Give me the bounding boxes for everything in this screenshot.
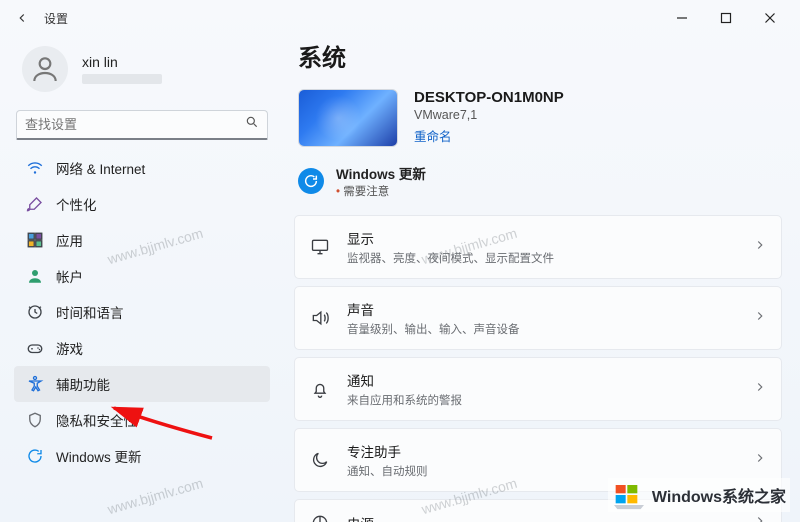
sidebar-item-accessibility[interactable]: 辅助功能	[14, 366, 270, 402]
card-sound[interactable]: 声音音量级别、输出、输入、声音设备	[294, 286, 782, 350]
wifi-icon	[26, 159, 44, 177]
card-title: 电源	[347, 513, 737, 522]
monitor-icon	[309, 236, 331, 258]
search-input[interactable]	[25, 117, 245, 132]
card-sub: 音量级别、输出、输入、声音设备	[347, 321, 737, 337]
card-sub: 通知、自动规则	[347, 463, 737, 479]
minimize-button[interactable]	[660, 4, 704, 32]
sidebar-item-label: 游戏	[56, 338, 83, 358]
power-icon	[309, 512, 331, 522]
sidebar-item-label: 应用	[56, 230, 83, 250]
card-sub: 监视器、亮度、夜间模式、显示配置文件	[347, 250, 737, 266]
sidebar-item-time[interactable]: 时间和语言	[14, 294, 270, 330]
chevron-right-icon	[753, 309, 767, 328]
nav-list: 网络 & Internet 个性化应用帐户时间和语言游戏辅助功能隐私和安全性 Win…	[14, 150, 270, 514]
page-title: 系统	[298, 38, 782, 73]
sidebar-item-label: 时间和语言	[56, 302, 124, 322]
sidebar-item-personalize[interactable]: 个性化	[14, 186, 270, 222]
chevron-right-icon	[753, 451, 767, 470]
brush-icon	[26, 195, 44, 213]
sidebar-item-label: 个性化	[56, 194, 97, 214]
apps-icon	[26, 231, 44, 249]
bell-icon	[309, 378, 331, 400]
maximize-button[interactable]	[704, 4, 748, 32]
user-block[interactable]: xin lin	[14, 36, 270, 106]
game-icon	[26, 339, 44, 357]
card-notif[interactable]: 通知来自应用和系统的警报	[294, 357, 782, 421]
device-name: DESKTOP-ON1M0NP	[414, 89, 564, 106]
chevron-right-icon	[753, 380, 767, 399]
card-title: 显示	[347, 228, 737, 248]
speaker-icon	[309, 307, 331, 329]
card-sub: 来自应用和系统的警报	[347, 392, 737, 408]
shield-icon	[26, 411, 44, 429]
windows-update-row[interactable]: Windows 更新 需要注意	[294, 159, 782, 215]
moon-icon	[309, 449, 331, 471]
rename-link[interactable]: 重命名	[414, 126, 564, 145]
card-display[interactable]: 显示监视器、亮度、夜间模式、显示配置文件	[294, 215, 782, 279]
sidebar-item-label: 帐户	[56, 266, 83, 286]
card-title: 声音	[347, 299, 737, 319]
user-subline	[82, 74, 162, 84]
person-icon	[26, 267, 44, 285]
sidebar-item-label: 隐私和安全性	[56, 410, 137, 430]
search-box[interactable]	[16, 110, 268, 140]
avatar	[22, 46, 68, 92]
window-title: 设置	[44, 10, 68, 27]
back-button[interactable]	[8, 4, 36, 32]
card-title: 专注助手	[347, 441, 737, 461]
search-icon	[245, 115, 259, 134]
sync-icon	[26, 447, 44, 465]
sidebar-item-label: 辅助功能	[56, 374, 110, 394]
device-block: DESKTOP-ON1M0NP VMware7,1 重命名	[294, 89, 782, 147]
access-icon	[26, 375, 44, 393]
main-content: 系统 DESKTOP-ON1M0NP VMware7,1 重命名 Windows…	[284, 36, 800, 522]
sync-icon	[298, 168, 324, 194]
sidebar-item-accounts[interactable]: 帐户	[14, 258, 270, 294]
close-button[interactable]	[748, 4, 792, 32]
titlebar: 设置	[0, 0, 800, 36]
sidebar-item-privacy[interactable]: 隐私和安全性	[14, 402, 270, 438]
sidebar-item-label: 网络 & Internet	[56, 158, 145, 178]
update-sub: 需要注意	[336, 183, 426, 199]
brand-badge: Windows系统之家	[608, 478, 790, 512]
chevron-right-icon	[753, 514, 767, 522]
chevron-right-icon	[753, 238, 767, 257]
sidebar-item-label: Windows 更新	[56, 446, 142, 466]
windows-logo-icon	[612, 480, 646, 510]
brand-text: Windows系统之家	[652, 483, 786, 507]
update-title: Windows 更新	[336, 163, 426, 183]
clock-icon	[26, 303, 44, 321]
device-model: VMware7,1	[414, 108, 564, 122]
sidebar-item-update[interactable]: Windows 更新	[14, 438, 270, 474]
sidebar-item-network[interactable]: 网络 & Internet	[14, 150, 270, 186]
device-thumbnail	[298, 89, 398, 147]
sidebar-item-gaming[interactable]: 游戏	[14, 330, 270, 366]
sidebar: xin lin 网络 & Internet 个性化应用帐户时间和语言游戏辅助功能隐…	[0, 36, 284, 522]
card-title: 通知	[347, 370, 737, 390]
user-name: xin lin	[82, 54, 162, 70]
